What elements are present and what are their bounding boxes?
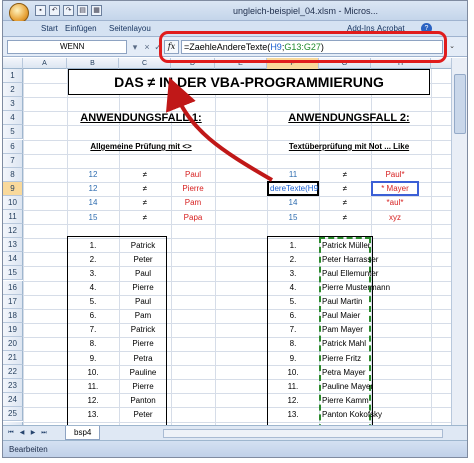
row-header-22[interactable]: 22	[3, 365, 23, 380]
row-header-4[interactable]: 4	[3, 111, 23, 126]
row-header-2[interactable]: 2	[3, 83, 23, 98]
row-header-19[interactable]: 19	[3, 322, 23, 337]
case1-heading: ANWENDUNGSFALL 1:	[80, 111, 202, 124]
print-icon[interactable]: ▦	[91, 5, 102, 16]
next-sheet-icon[interactable]: ▶	[28, 428, 38, 438]
vertical-scrollbar[interactable]	[451, 58, 467, 425]
row-header-13[interactable]: 13	[3, 238, 23, 253]
row-header-16[interactable]: 16	[3, 280, 23, 295]
case1-subheading: Allgemeine Prüfung mit <>	[90, 142, 192, 151]
expand-formula-icon[interactable]: ⌄	[446, 40, 458, 54]
prev-sheet-icon[interactable]: ◀	[17, 428, 27, 438]
tab-page-layout[interactable]: Seitenlayou	[109, 24, 151, 33]
last-sheet-icon[interactable]: ⏭	[39, 428, 49, 438]
row-header-6[interactable]: 6	[3, 139, 23, 154]
sheet-nav: ⏮ ◀ ▶ ⏭	[6, 428, 49, 438]
row-header-12[interactable]: 12	[3, 224, 23, 239]
tab-start[interactable]: Start	[41, 24, 58, 33]
title-bar: ▪ ↶ ↷ ▤ ▦ ungleich-beispiel_04.xlsm - Mi…	[3, 1, 467, 23]
right-compare-pattern: xyz	[389, 212, 401, 222]
select-all-corner[interactable]	[3, 58, 23, 69]
case2-subheading: Textüberprüfung mit Not ... Like	[288, 142, 410, 151]
row-header-8[interactable]: 8	[3, 167, 23, 182]
window-title: ungleich-beispiel_04.xlsm - Micros...	[233, 6, 379, 16]
sheet-tab-bsp4[interactable]: bsp4	[65, 426, 101, 440]
first-sheet-icon[interactable]: ⏮	[6, 428, 16, 438]
right-compare-number: 15	[288, 212, 298, 222]
row-header-24[interactable]: 24	[3, 393, 23, 408]
row-header-7[interactable]: 7	[3, 153, 23, 168]
column-header-b[interactable]: B	[67, 58, 119, 69]
gridline	[23, 97, 451, 99]
office-button-icon[interactable]	[9, 3, 29, 23]
row-header-17[interactable]: 17	[3, 294, 23, 309]
row-header-14[interactable]: 14	[3, 252, 23, 267]
row-header-3[interactable]: 3	[3, 97, 23, 112]
row-header-9[interactable]: 9	[3, 181, 23, 196]
row-header-11[interactable]: 11	[3, 210, 23, 225]
row-header-5[interactable]: 5	[3, 125, 23, 140]
save-icon[interactable]: ▪	[35, 5, 46, 16]
left-compare-name: Papa	[183, 212, 203, 222]
column-header-a[interactable]: A	[23, 58, 67, 69]
undo-icon[interactable]: ↶	[49, 5, 60, 16]
formula-highlight-callout	[159, 31, 447, 63]
row-header-18[interactable]: 18	[3, 308, 23, 323]
dropdown-arrow-icon[interactable]: ▾	[129, 40, 141, 54]
gridline	[23, 69, 24, 450]
horizontal-scrollbar[interactable]	[163, 429, 443, 438]
right-compare-operator: ≠	[342, 212, 348, 222]
sheet-tab-bar: ⏮ ◀ ▶ ⏭ bsp4	[3, 425, 467, 440]
row-header-23[interactable]: 23	[3, 379, 23, 394]
left-compare-number: 15	[88, 212, 98, 222]
scroll-thumb[interactable]	[454, 74, 466, 134]
row-header-20[interactable]: 20	[3, 336, 23, 351]
open-icon[interactable]: ▤	[77, 5, 88, 16]
status-text: Bearbeiten	[9, 445, 48, 454]
sheet-title: DAS ≠ IN DER VBA-PROGRAMMIERUNG	[68, 69, 430, 95]
row-header-10[interactable]: 10	[3, 195, 23, 210]
left-compare-operator: ≠	[142, 212, 148, 222]
status-bar: Bearbeiten	[3, 440, 467, 457]
gridline	[431, 69, 432, 450]
gridline	[215, 69, 216, 450]
case2-heading: ANWENDUNGSFALL 2:	[288, 111, 410, 124]
name-box[interactable]: WENN	[7, 40, 127, 54]
tab-insert[interactable]: Einfügen	[65, 24, 97, 33]
row-header-25[interactable]: 25	[3, 407, 23, 422]
redo-icon[interactable]: ↷	[63, 5, 74, 16]
row-header-15[interactable]: 15	[3, 266, 23, 281]
row-header-21[interactable]: 21	[3, 351, 23, 366]
excel-window: ▪ ↶ ↷ ▤ ▦ ungleich-beispiel_04.xlsm - Mi…	[2, 0, 468, 458]
quick-access-toolbar: ▪ ↶ ↷ ▤ ▦	[35, 5, 102, 16]
row-header-1[interactable]: 1	[3, 69, 23, 84]
